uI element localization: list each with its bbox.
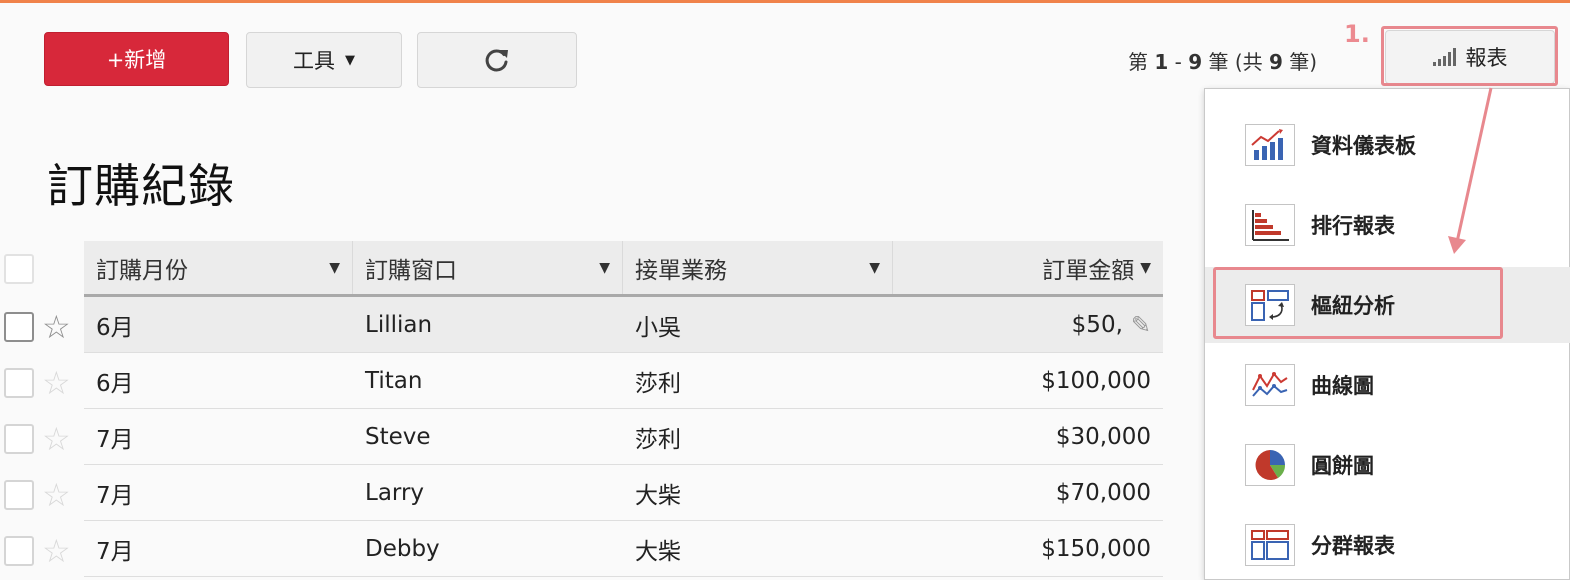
- table-row[interactable]: 7月 Larry 大柴 $70,000: [84, 465, 1163, 521]
- menu-item-label: 曲線圖: [1311, 374, 1374, 398]
- cell-amount: $30,000: [1055, 423, 1151, 450]
- cell-month: 7月: [96, 538, 134, 565]
- sort-caret-icon[interactable]: ▼: [599, 260, 610, 276]
- row-controls: ☆: [0, 355, 84, 411]
- menu-item-dashboard[interactable]: 資料儀表板: [1205, 107, 1570, 183]
- column-header-amount[interactable]: 訂單金額 ▼: [893, 241, 1163, 294]
- table-row[interactable]: 7月 Steve 莎利 $30,000: [84, 409, 1163, 465]
- ranking-bars-icon: [1245, 204, 1295, 246]
- column-header-label: 訂單金額: [1042, 257, 1135, 284]
- menu-item-label: 圓餅圖: [1311, 454, 1374, 478]
- annotation-step-1: 1.: [1344, 20, 1370, 48]
- row-controls: ☆: [0, 523, 84, 579]
- column-header-month[interactable]: 訂購月份 ▼: [84, 241, 353, 294]
- table-row[interactable]: 6月 Lillian 小吳 $50, ✎: [84, 297, 1163, 353]
- column-header-label: 接單業務: [635, 257, 727, 284]
- cell-amount: $70,000: [1055, 479, 1151, 506]
- table-row[interactable]: 6月 Titan 莎利 $100,000: [84, 353, 1163, 409]
- cell-sales: 小吳: [635, 314, 681, 341]
- pagination-prefix: 第: [1128, 50, 1155, 74]
- cell-contact: Steve: [365, 423, 431, 450]
- menu-item-pie-chart[interactable]: 圓餅圖: [1205, 427, 1570, 503]
- column-header-label: 訂購月份: [96, 257, 188, 284]
- row-checkbox[interactable]: [4, 536, 34, 566]
- row-checkbox[interactable]: [4, 312, 34, 342]
- row-checkbox[interactable]: [4, 424, 34, 454]
- group-report-icon: [1245, 524, 1295, 566]
- column-header-sales[interactable]: 接單業務 ▼: [623, 241, 893, 294]
- orders-table: 訂購月份 ▼ 訂購窗口 ▼ 接單業務 ▼ 訂單金額 ▼ 6月 Lillian 小…: [84, 241, 1163, 577]
- cell-sales: 大柴: [635, 482, 681, 509]
- favorite-star-icon[interactable]: ☆: [42, 423, 71, 455]
- menu-item-line-chart[interactable]: 曲線圖: [1205, 347, 1570, 423]
- sort-caret-icon[interactable]: ▼: [1140, 260, 1151, 276]
- line-chart-icon: [1245, 364, 1295, 406]
- cell-sales: 莎利: [635, 370, 681, 397]
- add-button[interactable]: +新增: [44, 32, 229, 86]
- pagination-to: 9: [1188, 50, 1203, 74]
- menu-item-ranking[interactable]: 排行報表: [1205, 187, 1570, 263]
- cell-sales: 大柴: [635, 538, 681, 565]
- caret-down-icon: ▼: [345, 52, 355, 68]
- pie-chart-icon: [1245, 444, 1295, 486]
- cell-month: 6月: [96, 314, 134, 341]
- pagination-info: 第 1 - 9 筆 (共 9 筆): [1128, 46, 1317, 75]
- row-controls: ☆: [0, 467, 84, 523]
- page-title: 訂購紀錄: [47, 159, 235, 213]
- column-header-contact[interactable]: 訂購窗口 ▼: [353, 241, 623, 294]
- refresh-button[interactable]: [417, 32, 577, 88]
- cell-contact: Larry: [365, 479, 425, 506]
- cell-amount: $150,000: [1041, 535, 1151, 562]
- top-accent-line: [0, 0, 1570, 3]
- cell-contact: Debby: [365, 535, 440, 562]
- row-controls: ☆: [0, 411, 84, 467]
- cell-sales: 莎利: [635, 426, 681, 453]
- menu-item-label: 排行報表: [1311, 214, 1395, 238]
- tools-dropdown-button[interactable]: 工具 ▼: [246, 32, 402, 88]
- pagination-from: 1: [1154, 50, 1169, 74]
- pagination-mid: 筆 (共: [1202, 50, 1270, 74]
- refresh-icon: [485, 49, 508, 72]
- favorite-star-icon[interactable]: ☆: [42, 367, 71, 399]
- cell-contact: Titan: [365, 367, 423, 394]
- favorite-star-icon[interactable]: ☆: [42, 311, 71, 343]
- table-row[interactable]: 7月 Debby 大柴 $150,000: [84, 521, 1163, 577]
- pagination-total: 9: [1269, 50, 1283, 74]
- cell-month: 6月: [96, 370, 134, 397]
- row-checkbox[interactable]: [4, 368, 34, 398]
- menu-item-group-report[interactable]: 分群報表: [1205, 507, 1570, 580]
- select-all-checkbox[interactable]: [4, 254, 34, 284]
- add-button-label: +新增: [106, 48, 167, 72]
- table-header: 訂購月份 ▼ 訂購窗口 ▼ 接單業務 ▼ 訂單金額 ▼: [84, 241, 1163, 297]
- row-controls: ☆: [0, 299, 84, 355]
- row-checkbox[interactable]: [4, 480, 34, 510]
- menu-item-label: 資料儀表板: [1311, 134, 1416, 158]
- menu-item-label: 分群報表: [1311, 534, 1395, 558]
- pagination-suffix: 筆): [1282, 50, 1318, 74]
- annotation-box-report: [1381, 26, 1558, 86]
- cell-amount: $50, ✎: [893, 311, 1163, 339]
- tools-button-label: 工具: [293, 49, 335, 73]
- sort-caret-icon[interactable]: ▼: [869, 260, 880, 276]
- cell-contact: Lillian: [365, 311, 433, 338]
- cell-amount: $100,000: [1041, 367, 1151, 394]
- annotation-box-pivot: [1213, 267, 1503, 339]
- edit-pencil-icon[interactable]: ✎: [1131, 311, 1151, 339]
- cell-month: 7月: [96, 482, 134, 509]
- dashboard-chart-icon: [1245, 124, 1295, 166]
- cell-month: 7月: [96, 426, 134, 453]
- sort-caret-icon[interactable]: ▼: [329, 260, 340, 276]
- cell-amount-value: $50,: [1071, 311, 1123, 338]
- column-header-label: 訂購窗口: [365, 257, 457, 284]
- favorite-star-icon[interactable]: ☆: [42, 535, 71, 567]
- favorite-star-icon[interactable]: ☆: [42, 479, 71, 511]
- pagination-dash: -: [1168, 50, 1189, 74]
- annotation-arrow-icon: [1448, 87, 1493, 254]
